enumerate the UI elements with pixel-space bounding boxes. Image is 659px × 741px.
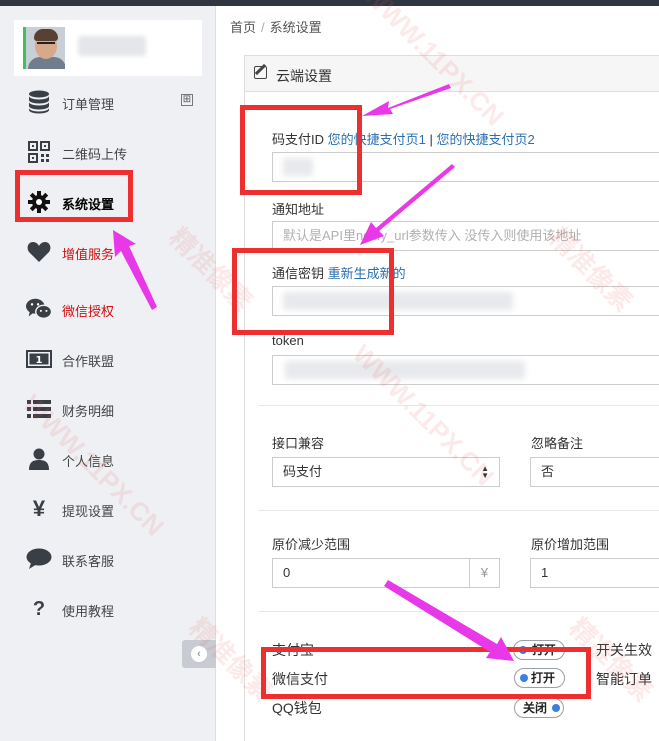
- quick-pay-page-2-link[interactable]: 您的快捷支付页2: [436, 132, 534, 147]
- database-icon: [26, 90, 52, 114]
- sidebar-item-wechat-auth[interactable]: 微信授权: [0, 287, 216, 331]
- sidebar-item-label: 联系客服: [62, 554, 115, 569]
- sidebar-item-alliance[interactable]: 1 合作联盟: [0, 337, 216, 381]
- heart-icon: [26, 240, 52, 264]
- ignore-remark-label: 忽略备注: [531, 436, 584, 451]
- qrcode-icon: [26, 140, 52, 164]
- question-icon: ?: [32, 597, 46, 620]
- breadcrumb-current: 系统设置: [269, 20, 322, 35]
- sidebar-item-qrcode-upload[interactable]: 二维码上传: [0, 130, 216, 174]
- notify-url-input[interactable]: 默认是API里notify_url参数传入 没传入则使用该地址: [272, 221, 659, 251]
- increase-range-label: 原价增加范围: [531, 537, 610, 552]
- divider: [258, 611, 659, 612]
- sidebar-item-support[interactable]: 联系客服: [0, 537, 216, 581]
- token-input[interactable]: [272, 355, 659, 385]
- yen-icon: ¥: [32, 496, 46, 521]
- yen-addon: ¥: [469, 559, 499, 587]
- wechat-icon: [26, 297, 52, 321]
- money-icon: 1: [26, 347, 52, 371]
- breadcrumb-separator: /: [261, 20, 265, 35]
- expand-icon[interactable]: ⊞: [181, 94, 193, 106]
- panel-title: 云端设置: [276, 68, 332, 84]
- blurred-username: [78, 36, 146, 56]
- user-profile[interactable]: [14, 20, 202, 76]
- reduce-range-input[interactable]: 0 ¥: [272, 558, 500, 588]
- comment-icon: [26, 547, 52, 571]
- notify-url-label: 通知地址: [272, 202, 325, 217]
- sidebar-item-label: 二维码上传: [62, 147, 128, 162]
- sidebar-item-label: 使用教程: [62, 604, 115, 619]
- breadcrumb-home[interactable]: 首页: [230, 20, 256, 35]
- annotation-box-system-settings: [15, 170, 133, 222]
- annotation-box-secret-key: [232, 248, 394, 335]
- increase-range-input[interactable]: 1: [530, 558, 659, 588]
- breadcrumb: 首页 / 系统设置: [230, 17, 322, 36]
- sidebar-item-orders[interactable]: 订单管理 ⊞: [0, 80, 216, 124]
- ignore-remark-select[interactable]: 否: [530, 457, 659, 487]
- divider: [258, 405, 659, 406]
- avatar: [23, 27, 65, 69]
- sidebar-item-label: 订单管理: [62, 97, 115, 112]
- annotation-box-wechat-pay: [261, 647, 591, 699]
- sidebar-item-label: 提现设置: [62, 504, 115, 519]
- sidebar-item-label: 合作联盟: [62, 354, 115, 369]
- interface-compat-label: 接口兼容: [272, 436, 325, 451]
- sidebar-item-label: 财务明细: [62, 404, 115, 419]
- divider: [258, 510, 659, 511]
- sidebar-item-label: 微信授权: [62, 304, 115, 319]
- qq-wallet-label: QQ钱包: [272, 700, 322, 716]
- sidebar-item-tutorial[interactable]: ? 使用教程: [0, 587, 216, 631]
- sidebar-item-label: 增值服务: [62, 247, 115, 262]
- svg-text:1: 1: [36, 355, 43, 366]
- qq-wallet-toggle[interactable]: 关闭: [514, 698, 564, 718]
- annotation-box-code-pay-id: [240, 105, 362, 195]
- edit-icon: [254, 66, 267, 79]
- user-icon: [26, 447, 52, 471]
- token-label: token: [272, 333, 304, 348]
- reduce-range-label: 原价减少范围: [272, 537, 351, 552]
